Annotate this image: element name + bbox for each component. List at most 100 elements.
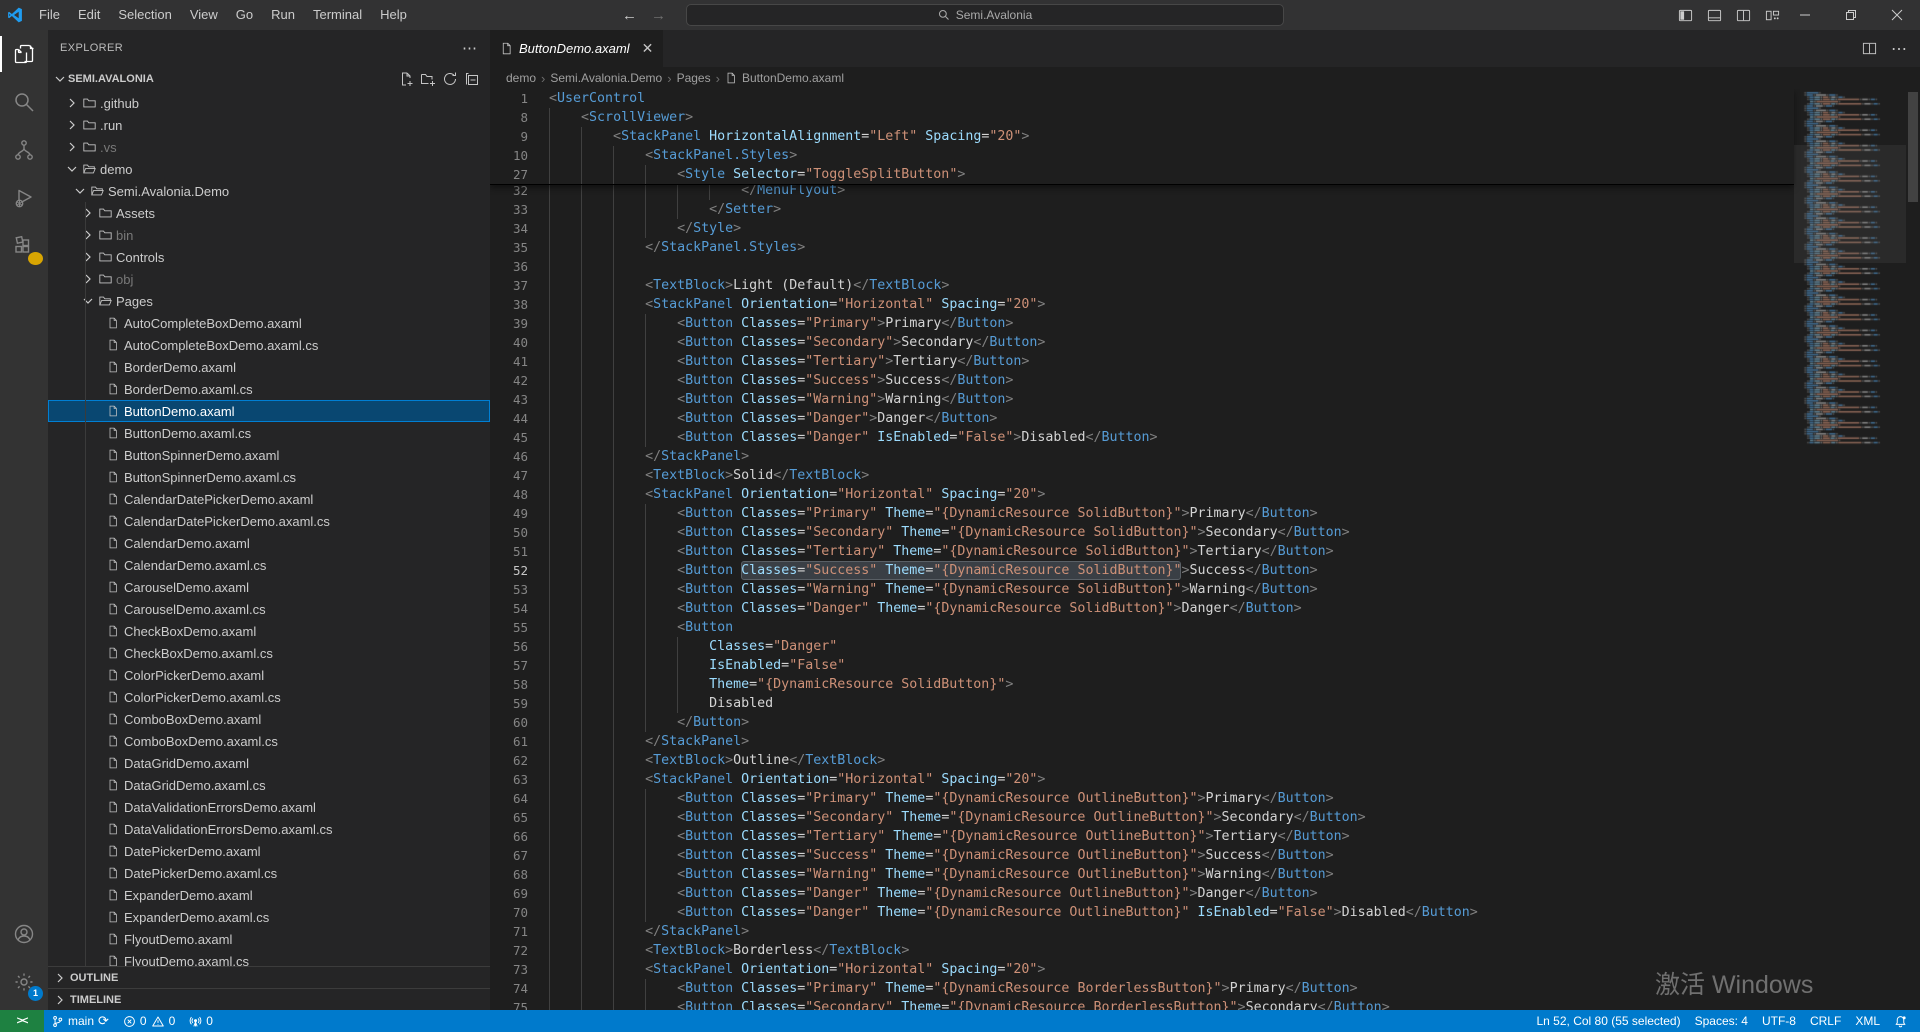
code-line-61[interactable]: 61 </StackPanel> [490, 732, 1794, 751]
code-line-47[interactable]: 47 <TextBlock>Solid</TextBlock> [490, 466, 1794, 485]
tree-item-expanderdemo-axaml-cs[interactable]: ExpanderDemo.axaml.cs [48, 906, 490, 928]
code-line-41[interactable]: 41 <Button Classes="Tertiary">Tertiary</… [490, 352, 1794, 371]
scrollbar-thumb[interactable] [1908, 92, 1918, 202]
toggle-panel-icon[interactable] [1707, 8, 1722, 23]
code-line-70[interactable]: 70 <Button Classes="Danger" Theme="{Dyna… [490, 903, 1794, 922]
tree-item-flyoutdemo-axaml[interactable]: FlyoutDemo.axaml [48, 928, 490, 950]
tree-item-calendardatepickerdemo-axaml[interactable]: CalendarDatePickerDemo.axaml [48, 488, 490, 510]
tree-item-datagriddemo-axaml[interactable]: DataGridDemo.axaml [48, 752, 490, 774]
notifications-bell-icon[interactable] [1887, 1010, 1914, 1032]
code-line-38[interactable]: 38 <StackPanel Orientation="Horizontal" … [490, 295, 1794, 314]
code-line-54[interactable]: 54 <Button Classes="Danger" Theme="{Dyna… [490, 599, 1794, 618]
tree-item-datavalidationerrorsdemo-axaml-cs[interactable]: DataValidationErrorsDemo.axaml.cs [48, 818, 490, 840]
project-section-header[interactable]: SEMI.AVALONIA [48, 66, 490, 92]
code-line-49[interactable]: 49 <Button Classes="Primary" Theme="{Dyn… [490, 504, 1794, 523]
command-center-search[interactable]: Semi.Avalonia [686, 4, 1284, 26]
code-line-10[interactable]: 10 <StackPanel.Styles> [490, 146, 1794, 165]
code-area[interactable]: 32 </MenuFlyout>33 </Setter>34 </Style>3… [490, 89, 1920, 1010]
close-button[interactable] [1874, 0, 1920, 30]
code-line-69[interactable]: 69 <Button Classes="Danger" Theme="{Dyna… [490, 884, 1794, 903]
code-line-45[interactable]: 45 <Button Classes="Danger" IsEnabled="F… [490, 428, 1794, 447]
tree-item--run[interactable]: .run [48, 114, 490, 136]
menu-item-terminal[interactable]: Terminal [304, 0, 371, 30]
explorer-more-actions-icon[interactable]: ⋯ [462, 39, 478, 57]
tree-item-obj[interactable]: obj [48, 268, 490, 290]
search-sidebar-icon[interactable] [0, 78, 48, 126]
tree-item-buttonspinnerdemo-axaml[interactable]: ButtonSpinnerDemo.axaml [48, 444, 490, 466]
code-line-36[interactable]: 36 [490, 257, 1794, 276]
split-editor-right-icon[interactable] [1862, 41, 1877, 56]
minimap-slider[interactable] [1794, 145, 1906, 263]
editor-more-actions-icon[interactable]: ⋯ [1891, 39, 1908, 59]
code-line-1[interactable]: 1<UserControl [490, 89, 1794, 108]
extensions-icon[interactable] [0, 222, 48, 270]
tree-item-colorpickerdemo-axaml-cs[interactable]: ColorPickerDemo.axaml.cs [48, 686, 490, 708]
breadcrumb-item-semi-avalonia-demo[interactable]: Semi.Avalonia.Demo [550, 71, 662, 85]
code-line-42[interactable]: 42 <Button Classes="Success">Success</Bu… [490, 371, 1794, 390]
code-line-34[interactable]: 34 </Style> [490, 219, 1794, 238]
breadcrumb-item-demo[interactable]: demo [506, 71, 536, 85]
code-line-60[interactable]: 60 </Button> [490, 713, 1794, 732]
tree-item-checkboxdemo-axaml[interactable]: CheckBoxDemo.axaml [48, 620, 490, 642]
language-mode[interactable]: XML [1848, 1010, 1887, 1032]
tree-item--vs[interactable]: .vs [48, 136, 490, 158]
cursor-position[interactable]: Ln 52, Col 80 (55 selected) [1530, 1010, 1688, 1032]
tree-item-buttondemo-axaml[interactable]: ButtonDemo.axaml [48, 400, 490, 422]
tree-item-datavalidationerrorsdemo-axaml[interactable]: DataValidationErrorsDemo.axaml [48, 796, 490, 818]
minimize-button[interactable] [1782, 0, 1828, 30]
tree-item-calendardemo-axaml-cs[interactable]: CalendarDemo.axaml.cs [48, 554, 490, 576]
code-line-43[interactable]: 43 <Button Classes="Warning">Warning</Bu… [490, 390, 1794, 409]
code-line-67[interactable]: 67 <Button Classes="Success" Theme="{Dyn… [490, 846, 1794, 865]
code-line-63[interactable]: 63 <StackPanel Orientation="Horizontal" … [490, 770, 1794, 789]
settings-gear-icon[interactable]: 1 [0, 958, 48, 1006]
code-line-9[interactable]: 9 <StackPanel HorizontalAlignment="Left"… [490, 127, 1794, 146]
code-line-48[interactable]: 48 <StackPanel Orientation="Horizontal" … [490, 485, 1794, 504]
code-line-50[interactable]: 50 <Button Classes="Secondary" Theme="{D… [490, 523, 1794, 542]
git-branch-item[interactable]: main ⟳ [44, 1010, 116, 1032]
tree-item-flyoutdemo-axaml-cs[interactable]: FlyoutDemo.axaml.cs [48, 950, 490, 966]
code-line-56[interactable]: 56 Classes="Danger" [490, 637, 1794, 656]
code-line-55[interactable]: 55 <Button [490, 618, 1794, 637]
explorer-icon[interactable] [0, 30, 48, 78]
tree-item-colorpickerdemo-axaml[interactable]: ColorPickerDemo.axaml [48, 664, 490, 686]
code-line-75[interactable]: 75 <Button Classes="Secondary" Theme="{D… [490, 998, 1794, 1010]
menu-item-file[interactable]: File [30, 0, 69, 30]
new-file-icon[interactable] [398, 71, 414, 87]
forward-arrow-icon[interactable]: → [651, 7, 666, 24]
tree-item--github[interactable]: .github [48, 92, 490, 114]
tree-item-expanderdemo-axaml[interactable]: ExpanderDemo.axaml [48, 884, 490, 906]
code-line-8[interactable]: 8 <ScrollViewer> [490, 108, 1794, 127]
code-line-62[interactable]: 62 <TextBlock>Outline</TextBlock> [490, 751, 1794, 770]
code-line-53[interactable]: 53 <Button Classes="Warning" Theme="{Dyn… [490, 580, 1794, 599]
menu-item-run[interactable]: Run [262, 0, 304, 30]
tree-item-buttondemo-axaml-cs[interactable]: ButtonDemo.axaml.cs [48, 422, 490, 444]
code-line-37[interactable]: 37 <TextBlock>Light (Default)</TextBlock… [490, 276, 1794, 295]
code-line-71[interactable]: 71 </StackPanel> [490, 922, 1794, 941]
code-line-73[interactable]: 73 <StackPanel Orientation="Horizontal" … [490, 960, 1794, 979]
code-line-27[interactable]: 27 <Style Selector="ToggleSplitButton"> [490, 165, 1794, 184]
editor-body[interactable]: 32 </MenuFlyout>33 </Setter>34 </Style>3… [490, 89, 1920, 1010]
tree-item-demo[interactable]: demo [48, 158, 490, 180]
code-line-58[interactable]: 58 Theme="{DynamicResource SolidButton}"… [490, 675, 1794, 694]
code-line-40[interactable]: 40 <Button Classes="Secondary">Secondary… [490, 333, 1794, 352]
restore-button[interactable] [1828, 0, 1874, 30]
run-and-debug-icon[interactable] [0, 174, 48, 222]
sticky-scroll[interactable]: 1<UserControl8 <ScrollViewer>9 <StackPan… [490, 89, 1794, 185]
outline-section[interactable]: OUTLINE [48, 966, 490, 988]
code-line-66[interactable]: 66 <Button Classes="Tertiary" Theme="{Dy… [490, 827, 1794, 846]
code-line-33[interactable]: 33 </Setter> [490, 200, 1794, 219]
ports-item[interactable]: 0 [182, 1010, 220, 1032]
code-line-59[interactable]: 59 Disabled [490, 694, 1794, 713]
tree-item-bin[interactable]: bin [48, 224, 490, 246]
tab-close-icon[interactable]: ✕ [642, 40, 654, 57]
refresh-icon[interactable] [442, 71, 458, 87]
tree-item-borderdemo-axaml-cs[interactable]: BorderDemo.axaml.cs [48, 378, 490, 400]
tree-item-calendardatepickerdemo-axaml-cs[interactable]: CalendarDatePickerDemo.axaml.cs [48, 510, 490, 532]
toggle-sidebar-icon[interactable] [1678, 8, 1693, 23]
tree-item-autocompleteboxdemo-axaml-cs[interactable]: AutoCompleteBoxDemo.axaml.cs [48, 334, 490, 356]
menu-item-view[interactable]: View [181, 0, 227, 30]
tree-item-datepickerdemo-axaml-cs[interactable]: DatePickerDemo.axaml.cs [48, 862, 490, 884]
menu-item-help[interactable]: Help [371, 0, 416, 30]
code-line-35[interactable]: 35 </StackPanel.Styles> [490, 238, 1794, 257]
tree-item-autocompleteboxdemo-axaml[interactable]: AutoCompleteBoxDemo.axaml [48, 312, 490, 334]
